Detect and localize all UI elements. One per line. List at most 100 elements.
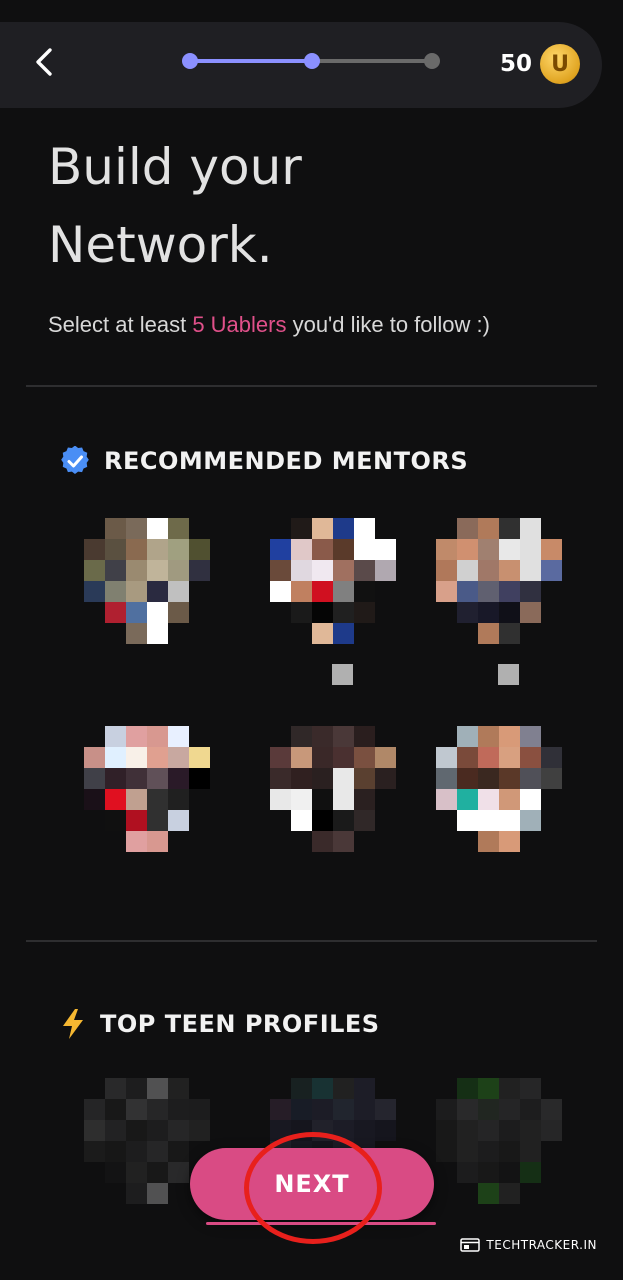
- coin-balance[interactable]: 50 U: [500, 44, 580, 84]
- avatar-pixel: [270, 1120, 291, 1141]
- avatar-pixel: [478, 726, 499, 747]
- avatar-pixel: [312, 581, 333, 602]
- browser-window-icon: [460, 1238, 481, 1252]
- avatar-pixel: [457, 560, 478, 581]
- coin-count: 50: [499, 51, 532, 77]
- avatar-pixel: [126, 1162, 147, 1183]
- avatar-pixel: [499, 602, 520, 623]
- avatar-pixel: [126, 1120, 147, 1141]
- avatar-pixel: [270, 581, 291, 602]
- avatar-pixel: [333, 602, 354, 623]
- avatar-pixel: [354, 1099, 375, 1120]
- avatar-pixel: [84, 747, 105, 768]
- avatar-pixel: [354, 1120, 375, 1141]
- avatar-pixel: [457, 747, 478, 768]
- avatar-pixel: [291, 1099, 312, 1120]
- avatar-pixel: [478, 1141, 499, 1162]
- progress-fill: [190, 59, 312, 63]
- mentor-avatar[interactable]: [436, 518, 566, 685]
- avatar-pixel: [168, 810, 189, 831]
- avatar-pixel: [168, 1162, 189, 1183]
- avatar-pixel: [312, 747, 333, 768]
- mentor-avatar[interactable]: [436, 726, 566, 856]
- avatar-pixel: [354, 747, 375, 768]
- avatar-pixel: [375, 560, 396, 581]
- top-bar: 50 U: [0, 22, 602, 108]
- avatar-pixel: [312, 726, 333, 747]
- avatar-pixel: [105, 726, 126, 747]
- avatar-pixel: [312, 768, 333, 789]
- next-button[interactable]: NEXT: [190, 1148, 434, 1220]
- avatar-pixel: [126, 1099, 147, 1120]
- avatar-pixel: [147, 1141, 168, 1162]
- avatar-pixel: [520, 539, 541, 560]
- avatar-pixel: [168, 726, 189, 747]
- avatar-pixel: [457, 518, 478, 539]
- avatar-pixel: [312, 539, 333, 560]
- avatar-pixel: [147, 581, 168, 602]
- avatar-pixel: [168, 789, 189, 810]
- avatar-pixel: [312, 518, 333, 539]
- avatar-pixel: [520, 1120, 541, 1141]
- avatar-pixel: [147, 1120, 168, 1141]
- avatar-pixel: [312, 810, 333, 831]
- lightning-bolt-icon: [63, 1009, 83, 1039]
- avatar-pixel: [126, 602, 147, 623]
- avatar-pixel: [354, 768, 375, 789]
- avatar-pixel: [147, 539, 168, 560]
- avatar-pixel: [499, 539, 520, 560]
- mentor-avatar[interactable]: [84, 518, 214, 648]
- avatar-pixel: [105, 602, 126, 623]
- avatar-pixel: [126, 539, 147, 560]
- avatar-pixel: [168, 1120, 189, 1141]
- avatar-pixel: [541, 560, 562, 581]
- avatar-pixel: [105, 1099, 126, 1120]
- avatar-pixel: [436, 789, 457, 810]
- avatar-pixel: [478, 810, 499, 831]
- teen-avatar[interactable]: [436, 1078, 566, 1208]
- avatar-pixel: [354, 726, 375, 747]
- avatar-pixel: [478, 602, 499, 623]
- avatar-pixel: [147, 518, 168, 539]
- mentor-avatar[interactable]: [270, 726, 400, 856]
- avatar-pixel: [499, 726, 520, 747]
- divider-bottom: [26, 940, 597, 942]
- progress-step-1: [182, 53, 198, 69]
- avatar-pixel: [520, 1099, 541, 1120]
- avatar-pixel: [84, 1141, 105, 1162]
- avatar-pixel: [333, 789, 354, 810]
- avatar-pixel: [478, 560, 499, 581]
- avatar-pixel: [332, 664, 353, 685]
- mentor-avatar[interactable]: [84, 726, 214, 856]
- avatar-pixel: [478, 768, 499, 789]
- avatar-pixel: [520, 768, 541, 789]
- avatar-pixel: [499, 810, 520, 831]
- avatar-pixel: [147, 831, 168, 852]
- avatar-pixel: [520, 1141, 541, 1162]
- avatar-pixel: [457, 768, 478, 789]
- avatar-pixel: [126, 810, 147, 831]
- avatar-pixel: [168, 1141, 189, 1162]
- avatar-pixel: [354, 1078, 375, 1099]
- avatar-pixel: [436, 747, 457, 768]
- avatar-pixel: [457, 810, 478, 831]
- avatar-pixel: [457, 726, 478, 747]
- back-button[interactable]: [22, 40, 66, 84]
- avatar-pixel: [333, 810, 354, 831]
- avatar-pixel: [126, 831, 147, 852]
- avatar-pixel: [168, 1099, 189, 1120]
- avatar-pixel: [333, 539, 354, 560]
- avatar-pixel: [478, 1183, 499, 1204]
- avatar-pixel: [499, 768, 520, 789]
- avatar-pixel: [375, 768, 396, 789]
- avatar-pixel: [499, 747, 520, 768]
- progress-step-2: [304, 53, 320, 69]
- mentor-avatar[interactable]: [270, 518, 400, 685]
- avatar-pixel: [189, 1120, 210, 1141]
- avatar-pixel: [499, 1120, 520, 1141]
- avatar-pixel: [270, 1099, 291, 1120]
- avatar-pixel: [84, 1120, 105, 1141]
- avatar-pixel: [312, 831, 333, 852]
- avatar-pixel: [291, 518, 312, 539]
- avatar-pixel: [84, 789, 105, 810]
